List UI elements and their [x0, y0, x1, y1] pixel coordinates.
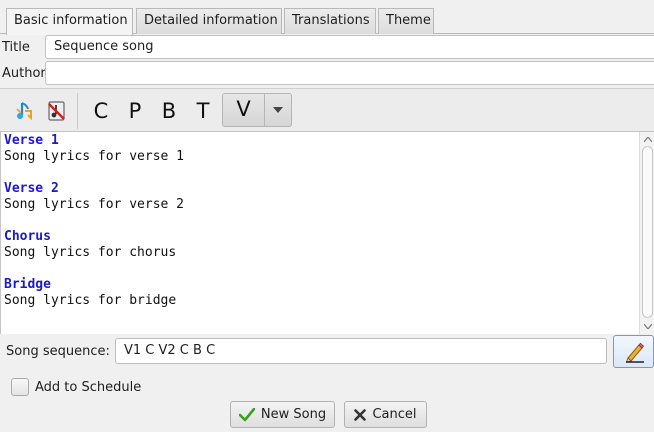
new-song-button[interactable]: New Song	[230, 401, 335, 428]
tab-theme[interactable]: Theme	[378, 8, 434, 34]
bridge-section-button[interactable]: B	[156, 99, 182, 125]
add-to-schedule-checkbox[interactable]	[11, 378, 29, 396]
section-title-chorus: Chorus	[4, 229, 51, 244]
lyrics-toolbar: C P B T V	[0, 88, 654, 132]
author-label: Author	[2, 66, 46, 81]
transpose-icon[interactable]	[12, 98, 38, 124]
cancel-label: Cancel	[372, 407, 417, 422]
pre-chorus-section-button[interactable]: P	[122, 99, 148, 125]
lyrics-scrollbar[interactable]	[639, 132, 654, 334]
new-song-label: New Song	[260, 407, 327, 422]
edit-sequence-button[interactable]	[613, 335, 654, 368]
tab-detailed-information[interactable]: Detailed information	[136, 8, 282, 34]
lyric-line: Song lyrics for bridge	[4, 293, 177, 308]
verse-section-button[interactable]: V	[223, 94, 265, 126]
section-title-verse-2: Verse 2	[4, 181, 59, 196]
tab-basic-information[interactable]: Basic information	[6, 8, 133, 35]
tab-bar: Basic information Detailed information T…	[0, 0, 654, 35]
remove-chords-icon[interactable]	[44, 98, 70, 124]
author-field[interactable]	[45, 61, 654, 85]
verse-split-button: V	[222, 93, 292, 127]
lyrics-editor[interactable]: Verse 1 Song lyrics for verse 1 Verse 2 …	[0, 132, 654, 334]
close-icon	[354, 408, 367, 421]
song-sequence-field[interactable]: V1 C V2 C B C	[115, 338, 607, 364]
chorus-section-button[interactable]: C	[88, 99, 114, 125]
toolbar-separator	[77, 93, 78, 129]
title-label: Title	[2, 40, 30, 55]
lyric-line: Song lyrics for chorus	[4, 245, 177, 260]
scrollbar-thumb[interactable]	[642, 146, 653, 318]
lyric-line: Song lyrics for verse 2	[4, 197, 185, 212]
scroll-up-icon[interactable]	[643, 134, 653, 144]
checkmark-icon	[238, 407, 255, 421]
scroll-down-icon[interactable]	[643, 321, 653, 331]
lyrics-text: Verse 1 Song lyrics for verse 1 Verse 2 …	[4, 133, 634, 309]
tab-translations[interactable]: Translations	[284, 8, 376, 34]
section-title-bridge: Bridge	[4, 277, 51, 292]
song-sequence-label: Song sequence:	[6, 344, 110, 359]
title-field[interactable]: Sequence song	[45, 35, 654, 59]
section-title-verse-1: Verse 1	[4, 133, 59, 148]
cancel-button[interactable]: Cancel	[344, 401, 427, 428]
chevron-down-icon	[273, 107, 283, 113]
add-to-schedule-label: Add to Schedule	[35, 380, 142, 395]
lyric-line: Song lyrics for verse 1	[4, 149, 185, 164]
tag-section-button[interactable]: T	[190, 99, 216, 125]
pencil-icon	[625, 342, 644, 363]
verse-dropdown-arrow[interactable]	[265, 94, 291, 126]
